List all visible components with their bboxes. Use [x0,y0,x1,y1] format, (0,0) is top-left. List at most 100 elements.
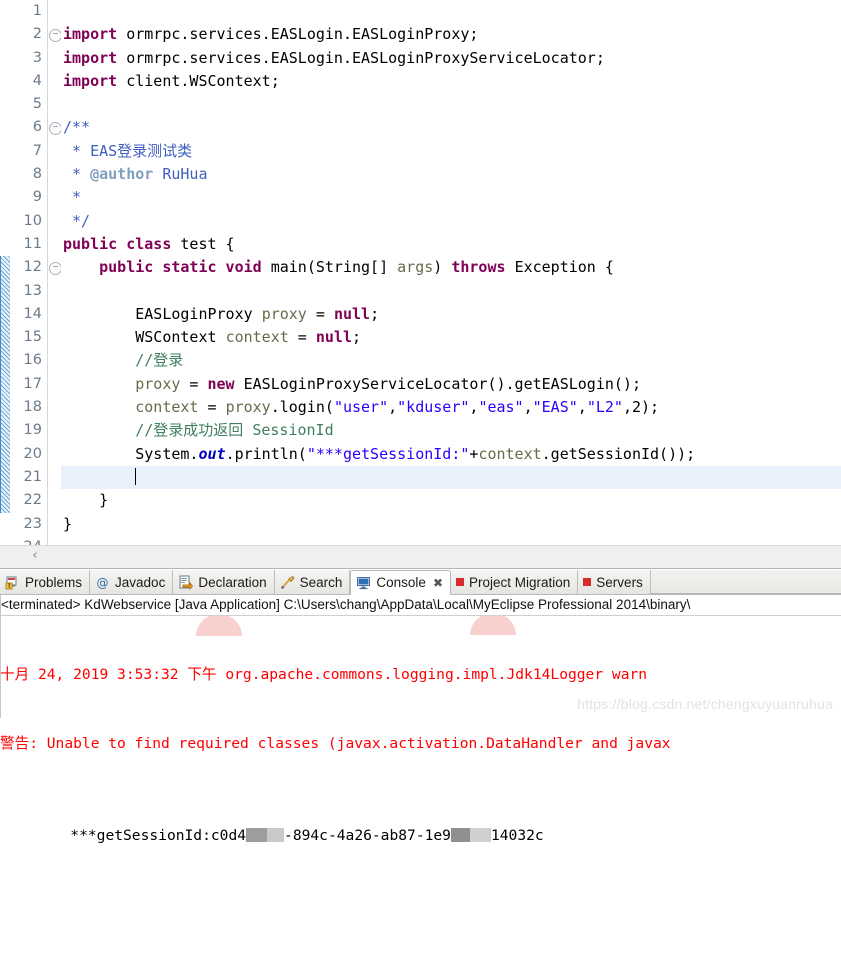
code-token: /** [63,118,91,137]
code-token: } [63,491,109,510]
code-token: client.WSContext; [126,71,280,90]
fold-cell [48,419,61,442]
line-number: 23 [23,515,42,532]
code-line[interactable]: */ [61,210,841,233]
tab-label: Problems [25,574,83,590]
code-line[interactable]: //登录 [61,349,841,372]
code-token: * EAS登录测试类 [63,141,193,160]
tab-project-migration[interactable]: Project Migration [451,570,579,594]
fold-cell [48,140,61,163]
code-line[interactable]: System.out.println("***getSessionId:"+co… [61,443,841,466]
fold-cell[interactable]: − [48,116,62,139]
code-token: context [135,398,199,417]
code-line[interactable]: EASLoginProxy proxy = null; [61,303,841,326]
line-number: 18 [23,399,42,416]
code-line[interactable] [61,93,841,116]
code-line[interactable]: * EAS登录测试类 [61,140,841,163]
line-number-gutter[interactable]: 123456789101112131415161718192021222324 [10,0,48,546]
code-text-area[interactable]: import ormrpc.services.EASLogin.EASLogin… [61,0,841,546]
editor-body[interactable]: 123456789101112131415161718192021222324 … [0,0,841,546]
console-output[interactable]: 十月 24, 2019 3:53:32 下午 org.apache.common… [0,616,841,962]
code-token: @author [90,165,154,184]
code-line[interactable]: * @author RuHua [61,163,841,186]
fold-cell [48,489,61,512]
code-token: ,2); [622,398,660,417]
code-token: context [478,444,542,463]
line-number: 9 [32,189,42,206]
code-line[interactable]: context = proxy.login("user","kduser","e… [61,396,841,419]
code-token: */ [63,211,91,230]
scroll-left-arrow-icon[interactable]: ‹ [28,549,42,563]
code-line[interactable] [61,280,841,303]
line-number: 12 [23,259,42,276]
line-number: 1 [32,3,42,19]
code-token: proxy [261,304,307,323]
code-token: public class [63,234,181,253]
code-token: = [306,304,334,323]
code-line[interactable] [61,465,841,490]
code-line[interactable]: public static void main(String[] args) t… [61,256,841,279]
line-number: 3 [32,49,42,66]
code-token: import [63,71,127,90]
code-line[interactable]: public class test { [61,233,841,256]
code-token: import [63,25,127,44]
tab-label: Declaration [198,574,267,590]
redaction-block-2 [450,828,491,842]
tab-console[interactable]: Console ✖ [350,570,451,595]
code-line[interactable]: } [61,489,841,512]
text-caret [135,467,137,485]
code-token: //登录成功返回 SessionId [63,421,334,440]
line-number: 10 [23,212,42,229]
line-number: 2 [32,26,42,43]
line-number: 20 [23,445,42,462]
fold-cell [48,373,61,396]
line-number: 14 [23,305,42,322]
code-token: null [333,304,371,323]
fold-cell [48,396,61,419]
tab-label: Project Migration [469,574,571,590]
code-token: * [63,165,91,184]
code-line[interactable]: proxy = new EASLoginProxyServiceLocator(… [61,373,841,396]
code-folding-column[interactable]: − − − [48,0,62,546]
problems-icon: ! [5,575,20,590]
tab-problems[interactable]: ! Problems [0,570,91,594]
code-token: out [198,444,226,463]
code-line[interactable] [61,0,841,23]
editor-horizontal-scrollbar[interactable]: ‹ [0,545,841,568]
view-tab-bar[interactable]: ! Problems @ Javadoc Declaration Search Consol… [0,570,841,595]
code-line[interactable]: //登录成功返回 SessionId [61,419,841,442]
fold-cell[interactable]: − [48,23,62,46]
console-line-warning: 警告: Unable to find required classes (jav… [0,735,671,752]
code-line[interactable]: } [61,513,841,536]
code-token: main(String[] [270,258,398,277]
code-line[interactable]: /** [61,116,841,139]
tab-search[interactable]: Search [274,570,351,594]
close-icon[interactable]: ✖ [433,576,443,590]
code-token: import [63,48,127,67]
tab-label: Search [299,574,343,590]
code-line[interactable]: import client.WSContext; [61,70,841,93]
tab-servers[interactable]: Servers [578,570,651,594]
code-token: ; [352,328,362,347]
code-token: throws [451,258,515,277]
code-line[interactable]: import ormrpc.services.EASLogin.EASLogin… [61,23,841,46]
launch-configuration-line: <terminated> KdWebservice [Java Applicat… [0,595,841,616]
tab-declaration[interactable]: Declaration [173,570,275,594]
java-editor[interactable]: 123456789101112131415161718192021222324 … [0,0,841,569]
code-token: * [63,188,82,207]
tab-javadoc[interactable]: @ Javadoc [90,570,174,594]
eclipse-ide-window: 123456789101112131415161718192021222324 … [0,0,841,844]
fold-cell [48,93,61,116]
line-number: 15 [23,329,42,346]
code-token: test { [180,234,235,253]
code-token: "L2" [586,398,623,417]
code-line[interactable]: * [61,186,841,209]
fold-cell[interactable]: − [48,256,62,279]
javadoc-icon: @ [95,575,110,590]
fold-cell [48,513,61,536]
code-line[interactable]: WSContext context = null; [61,326,841,349]
code-token: "kduser" [397,398,470,417]
code-line[interactable]: import ormrpc.services.EASLogin.EASLogin… [61,47,841,70]
code-token: proxy [225,398,271,417]
